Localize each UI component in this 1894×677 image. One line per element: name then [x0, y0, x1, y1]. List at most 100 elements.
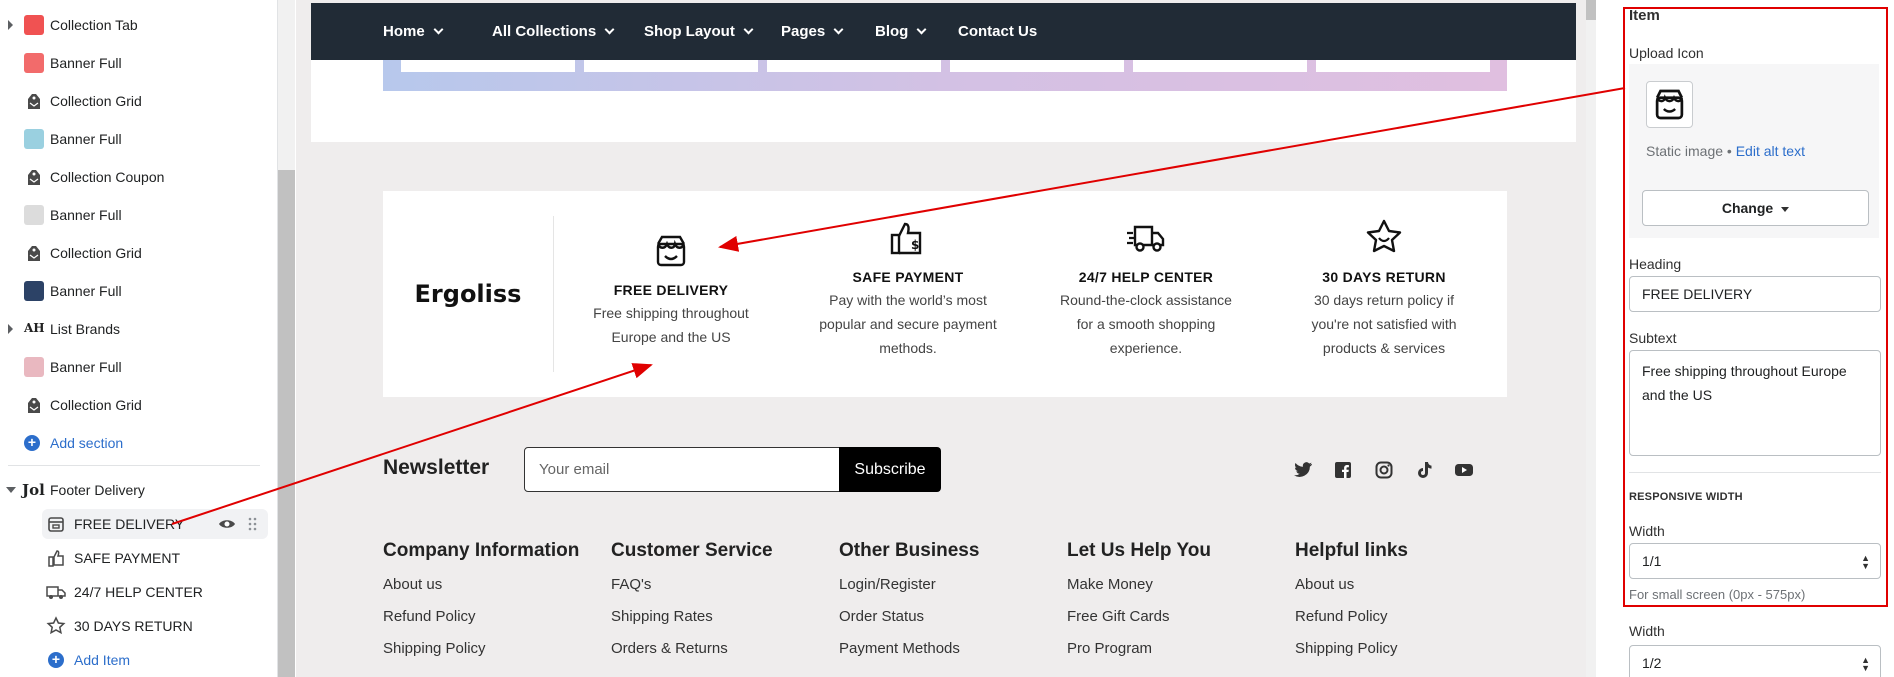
collection-card[interactable] — [1133, 60, 1307, 72]
section-row[interactable]: AH List Brands — [0, 312, 268, 346]
nav-shop-layout[interactable]: Shop Layout — [644, 3, 754, 60]
nav-blog[interactable]: Blog — [875, 3, 927, 60]
collection-card[interactable] — [950, 60, 1124, 72]
collection-card[interactable] — [767, 60, 941, 72]
section-row[interactable]: Banner Full — [0, 122, 268, 156]
facebook-icon[interactable] — [1333, 460, 1353, 480]
block-label: 30 DAYS RETURN — [74, 618, 193, 634]
section-row[interactable]: Banner Full — [0, 350, 268, 384]
block-days-return[interactable]: 30 DAYS RETURN — [42, 611, 268, 641]
footer-link[interactable]: FAQ's — [611, 576, 773, 594]
footer-column-customer-service: Customer Service FAQ's Shipping Rates Or… — [611, 540, 773, 658]
youtube-icon[interactable] — [1454, 460, 1474, 480]
section-label: Collection Grid — [50, 93, 142, 109]
footer-link[interactable]: Make Money — [1067, 576, 1211, 594]
footer-column-heading: Company Information — [383, 540, 580, 561]
section-row[interactable]: Collection Grid — [0, 84, 268, 118]
footer-link[interactable]: Refund Policy — [383, 608, 579, 626]
sidebar-scrollbar-thumb[interactable] — [278, 170, 295, 677]
preview-scrollbar-thumb[interactable] — [1586, 0, 1596, 20]
select-arrows-icon: ▲ ▼ — [1861, 655, 1870, 673]
add-item-button[interactable]: + Add Item — [42, 645, 268, 675]
nav-contact-us[interactable]: Contact Us — [958, 3, 1037, 60]
banner-thumb — [24, 129, 44, 149]
footer-column-heading: Helpful links — [1295, 540, 1408, 561]
tag-icon — [24, 243, 44, 263]
newsletter-email-input[interactable] — [524, 447, 848, 492]
block-help-center[interactable]: 24/7 HELP CENTER — [42, 577, 268, 607]
section-row[interactable]: Collection Tab — [0, 8, 268, 42]
footer-column-heading: Customer Service — [611, 540, 773, 561]
section-label: Banner Full — [50, 55, 122, 71]
caret-down-icon[interactable] — [6, 487, 16, 493]
nav-all-collections[interactable]: All Collections — [492, 3, 615, 60]
footer-column-company: Company Information About us Refund Poli… — [383, 540, 579, 658]
preview-scrollbar[interactable] — [1586, 0, 1596, 677]
footer-link[interactable]: Login/Register — [839, 576, 979, 594]
annotation-highlight-box — [1623, 7, 1888, 607]
block-label: 24/7 HELP CENTER — [74, 584, 203, 600]
section-row[interactable]: Banner Full — [0, 198, 268, 232]
collection-card[interactable] — [401, 60, 575, 72]
block-free-delivery[interactable]: FREE DELIVERY — [42, 509, 268, 539]
footer-link[interactable]: Shipping Policy — [1295, 640, 1408, 658]
footer-column-helpful-links: Helpful links About us Refund Policy Shi… — [1295, 540, 1408, 658]
star-badge-icon — [1366, 219, 1402, 253]
section-label: Banner Full — [50, 359, 122, 375]
caret-right-icon[interactable] — [8, 324, 13, 334]
footer-link[interactable]: About us — [1295, 576, 1408, 594]
width-select-value: 1/2 — [1642, 655, 1662, 671]
footer-link[interactable]: Free Gift Cards — [1067, 608, 1211, 626]
add-section-button[interactable]: + Add section — [0, 426, 268, 460]
feature-days-return[interactable]: 30 DAYS RETURN 30 days return policy if … — [1279, 218, 1489, 360]
section-row[interactable]: Collection Grid — [0, 388, 268, 422]
section-row[interactable]: Banner Full — [0, 46, 268, 80]
subscribe-button[interactable]: Subscribe — [839, 447, 941, 492]
feature-text: Round-the-clock assistance for a smooth … — [1060, 292, 1232, 356]
feature-text: Pay with the world’s most popular and se… — [819, 292, 997, 356]
drag-handle-icon[interactable] — [248, 517, 258, 531]
section-label: Banner Full — [50, 131, 122, 147]
nav-pages[interactable]: Pages — [781, 3, 844, 60]
feature-text: Free shipping throughout Europe and the … — [593, 305, 749, 345]
caret-right-icon[interactable] — [8, 20, 13, 30]
nav-home[interactable]: Home — [383, 3, 444, 60]
footer-link[interactable]: Refund Policy — [1295, 608, 1408, 626]
feature-free-delivery[interactable]: FREE DELIVERY Free shipping throughout E… — [566, 231, 776, 349]
footer-column-help: Let Us Help You Make Money Free Gift Car… — [1067, 540, 1211, 658]
banner-thumb — [24, 357, 44, 377]
footer-link[interactable]: About us — [383, 576, 579, 594]
footer-delivery-section[interactable]: Jol Footer Delivery — [0, 473, 268, 507]
footer-link[interactable]: Pro Program — [1067, 640, 1211, 658]
footer-link[interactable]: Orders & Returns — [611, 640, 773, 658]
collection-card[interactable] — [1316, 60, 1490, 72]
section-label: Collection Coupon — [50, 169, 165, 185]
add-circle-icon: + — [24, 435, 40, 451]
collection-card[interactable] — [584, 60, 758, 72]
truck-icon — [46, 586, 66, 599]
footer-link[interactable]: Shipping Rates — [611, 608, 773, 626]
feature-title: 30 DAYS RETURN — [1322, 269, 1446, 285]
section-row[interactable]: Banner Full — [0, 274, 268, 308]
footer-link[interactable]: Payment Methods — [839, 640, 979, 658]
section-row[interactable]: Collection Grid — [0, 236, 268, 270]
feature-safe-payment[interactable]: $ SAFE PAYMENT Pay with the world’s most… — [803, 218, 1013, 360]
brand-thumb: AH — [24, 321, 45, 335]
footer-column-other-business: Other Business Login/Register Order Stat… — [839, 540, 979, 658]
width-select-medium[interactable]: 1/2 ▲ ▼ — [1629, 645, 1881, 677]
eye-icon[interactable] — [218, 516, 236, 532]
banner-thumb — [24, 281, 44, 301]
instagram-icon[interactable] — [1374, 460, 1394, 480]
truck-icon — [1127, 225, 1165, 252]
section-row[interactable]: Collection Coupon — [0, 160, 268, 194]
tiktok-icon[interactable] — [1414, 460, 1434, 480]
footer-link[interactable]: Shipping Policy — [383, 640, 579, 658]
brand-logo-icon: Jol — [22, 481, 45, 499]
feature-help-center[interactable]: 24/7 HELP CENTER Round-the-clock assista… — [1041, 218, 1251, 360]
footer-link[interactable]: Order Status — [839, 608, 979, 626]
block-label: SAFE PAYMENT — [74, 550, 181, 566]
section-label: List Brands — [50, 321, 121, 337]
twitter-icon[interactable] — [1293, 460, 1313, 480]
block-safe-payment[interactable]: SAFE PAYMENT — [42, 543, 268, 573]
store-icon — [48, 517, 64, 532]
